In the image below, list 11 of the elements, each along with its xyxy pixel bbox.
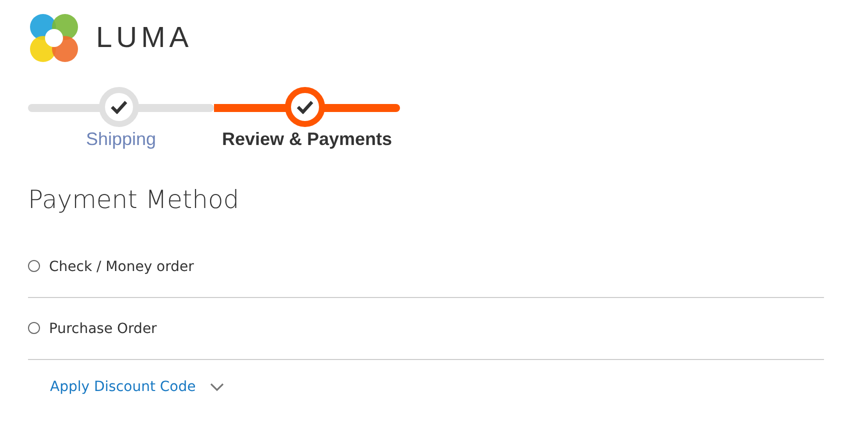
payment-option-label[interactable]: Purchase Order bbox=[49, 320, 157, 336]
chevron-down-icon[interactable] bbox=[210, 382, 224, 392]
step-label: Review & Payments bbox=[220, 129, 394, 150]
logo-text: LUMA bbox=[96, 22, 193, 54]
discount-link[interactable]: Apply Discount Code bbox=[50, 379, 196, 395]
radio-button[interactable] bbox=[28, 322, 40, 334]
payment-option-label[interactable]: Check / Money order bbox=[49, 258, 194, 274]
radio-button[interactable] bbox=[28, 260, 40, 272]
section-title: Payment Method bbox=[28, 185, 240, 214]
logo-icon bbox=[28, 13, 80, 63]
step-label[interactable]: Shipping bbox=[28, 129, 214, 150]
